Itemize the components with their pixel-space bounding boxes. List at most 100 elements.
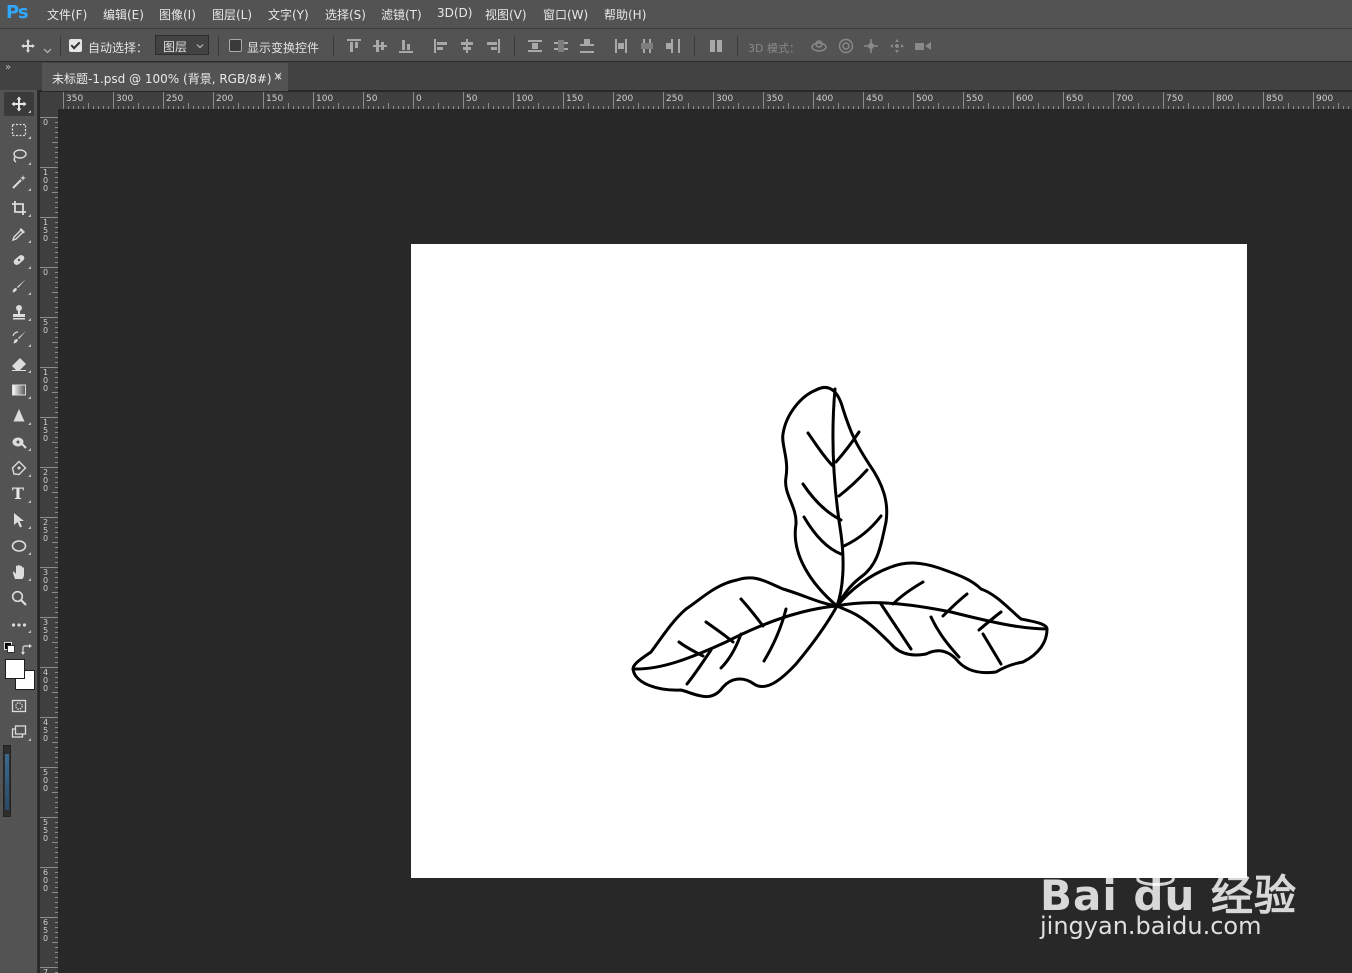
ruler-tick: [193, 106, 194, 109]
ruler-tick: [1173, 106, 1174, 109]
distribute-left-icon[interactable]: [614, 39, 628, 53]
gradient-tool[interactable]: [4, 378, 34, 402]
photoshop-logo[interactable]: Ps: [6, 2, 29, 23]
screen-mode-icon[interactable]: [4, 720, 34, 744]
3d-pan-icon[interactable]: [863, 38, 879, 54]
eyedropper-tool[interactable]: [4, 222, 34, 246]
ruler-tick: [55, 182, 58, 183]
3d-slide-icon[interactable]: [889, 38, 905, 54]
ruler-tick: [138, 103, 139, 109]
ruler-tick: [658, 106, 659, 109]
align-bottom-edges-icon[interactable]: [399, 39, 413, 53]
foreground-color-swatch[interactable]: [5, 659, 25, 679]
blur-tool[interactable]: [4, 404, 34, 428]
ruler-tick: [55, 887, 58, 888]
hand-tool[interactable]: [4, 560, 34, 584]
ruler-tick: [1098, 106, 1099, 109]
divider: [60, 36, 61, 56]
close-tab-button[interactable]: ×: [273, 69, 283, 83]
ruler-label: 250: [43, 518, 49, 543]
auto-select-target-dropdown[interactable]: 图层: [155, 35, 209, 55]
ruler-origin[interactable]: [40, 92, 58, 109]
distribute-top-icon[interactable]: [528, 39, 542, 53]
ruler-tick: [55, 912, 58, 913]
swap-colors-icon[interactable]: [21, 641, 33, 655]
ruler-tick: [558, 106, 559, 109]
ruler-tick: [578, 106, 579, 109]
align-left-edges-icon[interactable]: [434, 39, 448, 53]
auto-align-layers-icon[interactable]: [709, 39, 723, 53]
menu-3d[interactable]: 3D(D): [437, 6, 472, 20]
brush-tool[interactable]: [4, 274, 34, 298]
move-tool-preset-icon[interactable]: [20, 38, 38, 54]
distribute-vertical-centers-icon[interactable]: [554, 39, 568, 53]
menu-edit[interactable]: 编辑(E): [103, 6, 144, 23]
healing-brush-tool[interactable]: [4, 248, 34, 272]
menu-layer[interactable]: 图层(L): [212, 6, 252, 23]
menu-file[interactable]: 文件(F): [47, 6, 87, 23]
menu-window[interactable]: 窗口(W): [543, 6, 588, 23]
ruler-tick: [468, 106, 469, 109]
clone-stamp-tool[interactable]: [4, 300, 34, 324]
ruler-tick: [668, 106, 669, 109]
crop-tool[interactable]: [4, 196, 34, 220]
auto-select-checkbox[interactable]: [69, 39, 82, 52]
distribute-horizontal-centers-icon[interactable]: [640, 39, 654, 53]
toolbar-scroll-strip[interactable]: [3, 745, 11, 817]
type-tool[interactable]: T: [4, 482, 34, 506]
ruler-tick: [1028, 106, 1029, 109]
ellipse-tool[interactable]: [4, 534, 34, 558]
distribute-right-icon[interactable]: [666, 39, 680, 53]
menu-select[interactable]: 选择(S): [325, 6, 366, 23]
ruler-tick: [52, 892, 58, 893]
3d-orbit-icon[interactable]: [810, 38, 827, 54]
align-horizontal-centers-icon[interactable]: [460, 39, 474, 53]
ruler-tick: [368, 106, 369, 109]
ruler-tick: [323, 106, 324, 109]
document-tab[interactable]: 未标题-1.psd @ 100% (背景, RGB/8#) * ×: [42, 63, 288, 91]
ruler-tick: [55, 282, 58, 283]
3d-scale-icon[interactable]: [914, 38, 931, 54]
more-tools-ellipsis-icon[interactable]: [4, 612, 34, 636]
quick-mask-mode-icon[interactable]: [4, 694, 34, 718]
3d-roll-icon[interactable]: [838, 38, 854, 54]
zoom-tool[interactable]: [4, 586, 34, 610]
horizontal-ruler[interactable]: 350 300 250 200 150 100 50 0 50 100 150 200 250 300 35…: [58, 92, 1352, 109]
ruler-tick: [55, 927, 58, 928]
menu-filter[interactable]: 滤镜(T): [381, 6, 422, 23]
menu-image[interactable]: 图像(I): [159, 6, 196, 23]
eraser-tool[interactable]: [4, 352, 34, 376]
lasso-tool[interactable]: [4, 144, 34, 168]
pen-tool[interactable]: [4, 456, 34, 480]
align-top-edges-icon[interactable]: [347, 39, 361, 53]
history-brush-tool[interactable]: [4, 326, 34, 350]
marquee-tool[interactable]: [4, 118, 34, 142]
document-canvas[interactable]: [411, 244, 1247, 878]
panel-collapse-toggle[interactable]: »: [0, 62, 40, 90]
align-right-edges-icon[interactable]: [486, 39, 500, 53]
ruler-tick: [868, 106, 869, 109]
distribute-bottom-icon[interactable]: [580, 39, 594, 53]
menu-view[interactable]: 视图(V): [485, 6, 527, 23]
ruler-tick: [818, 106, 819, 109]
menu-type[interactable]: 文字(Y): [268, 6, 309, 23]
ruler-tick: [493, 106, 494, 109]
align-vertical-centers-icon[interactable]: [373, 39, 387, 53]
ruler-tick: [1203, 106, 1204, 109]
ruler-tick: [1273, 106, 1274, 109]
ruler-tick: [1128, 106, 1129, 109]
ruler-tick: [52, 342, 58, 343]
path-selection-tool[interactable]: [4, 508, 34, 532]
ruler-tick: [55, 172, 58, 173]
chevron-down-icon[interactable]: [43, 40, 53, 54]
default-colors-icon[interactable]: [4, 642, 15, 653]
magic-wand-tool[interactable]: [4, 170, 34, 194]
menu-help[interactable]: 帮助(H): [604, 6, 646, 23]
ruler-tick: [638, 103, 639, 109]
move-tool[interactable]: [4, 92, 34, 116]
dodge-tool[interactable]: [4, 430, 34, 454]
ruler-tick: [1278, 106, 1279, 109]
show-transform-controls-checkbox[interactable]: [229, 39, 242, 52]
ruler-tick: [403, 106, 404, 109]
vertical-ruler[interactable]: 0 100 150 0 50 100 150 200 250 300 350 400 450 500 550…: [40, 109, 58, 973]
